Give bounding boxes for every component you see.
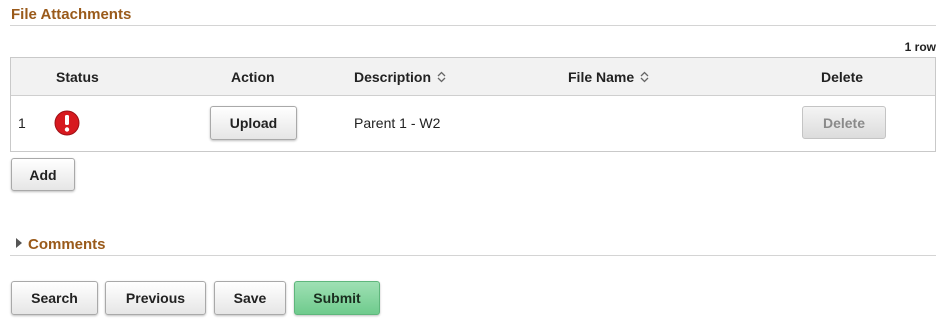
row-number: 1	[18, 115, 26, 131]
column-header-status: Status	[56, 69, 99, 85]
add-row-button[interactable]: Add	[11, 158, 75, 191]
comments-section-title[interactable]: Comments	[28, 236, 106, 253]
submit-button[interactable]: Submit	[294, 281, 380, 315]
sort-icon[interactable]	[437, 71, 446, 83]
error-exclamation-icon	[54, 110, 80, 136]
search-button[interactable]: Search	[11, 281, 98, 315]
column-header-delete: Delete	[821, 69, 864, 85]
row-count: 1 row	[904, 40, 936, 54]
caret-right-icon[interactable]	[16, 238, 22, 248]
column-header-action: Action	[231, 69, 275, 85]
column-header-file-name-label[interactable]: File Name	[568, 69, 634, 85]
delete-button[interactable]: Delete	[802, 106, 886, 139]
section-divider	[10, 255, 936, 256]
column-header-file-name[interactable]: File Name	[568, 69, 649, 85]
attachments-grid: Status Action Description File Name Dele…	[10, 57, 936, 152]
save-button[interactable]: Save	[214, 281, 286, 315]
upload-button[interactable]: Upload	[210, 106, 297, 140]
attachments-section-title: File Attachments	[11, 6, 132, 23]
column-header-description-label[interactable]: Description	[354, 69, 431, 85]
section-divider	[10, 25, 936, 26]
description-cell: Parent 1 - W2	[354, 115, 441, 131]
column-header-description[interactable]: Description	[354, 69, 446, 85]
sort-icon[interactable]	[640, 71, 649, 83]
previous-button[interactable]: Previous	[105, 281, 206, 315]
grid-header: Status Action Description File Name Dele…	[11, 58, 935, 96]
